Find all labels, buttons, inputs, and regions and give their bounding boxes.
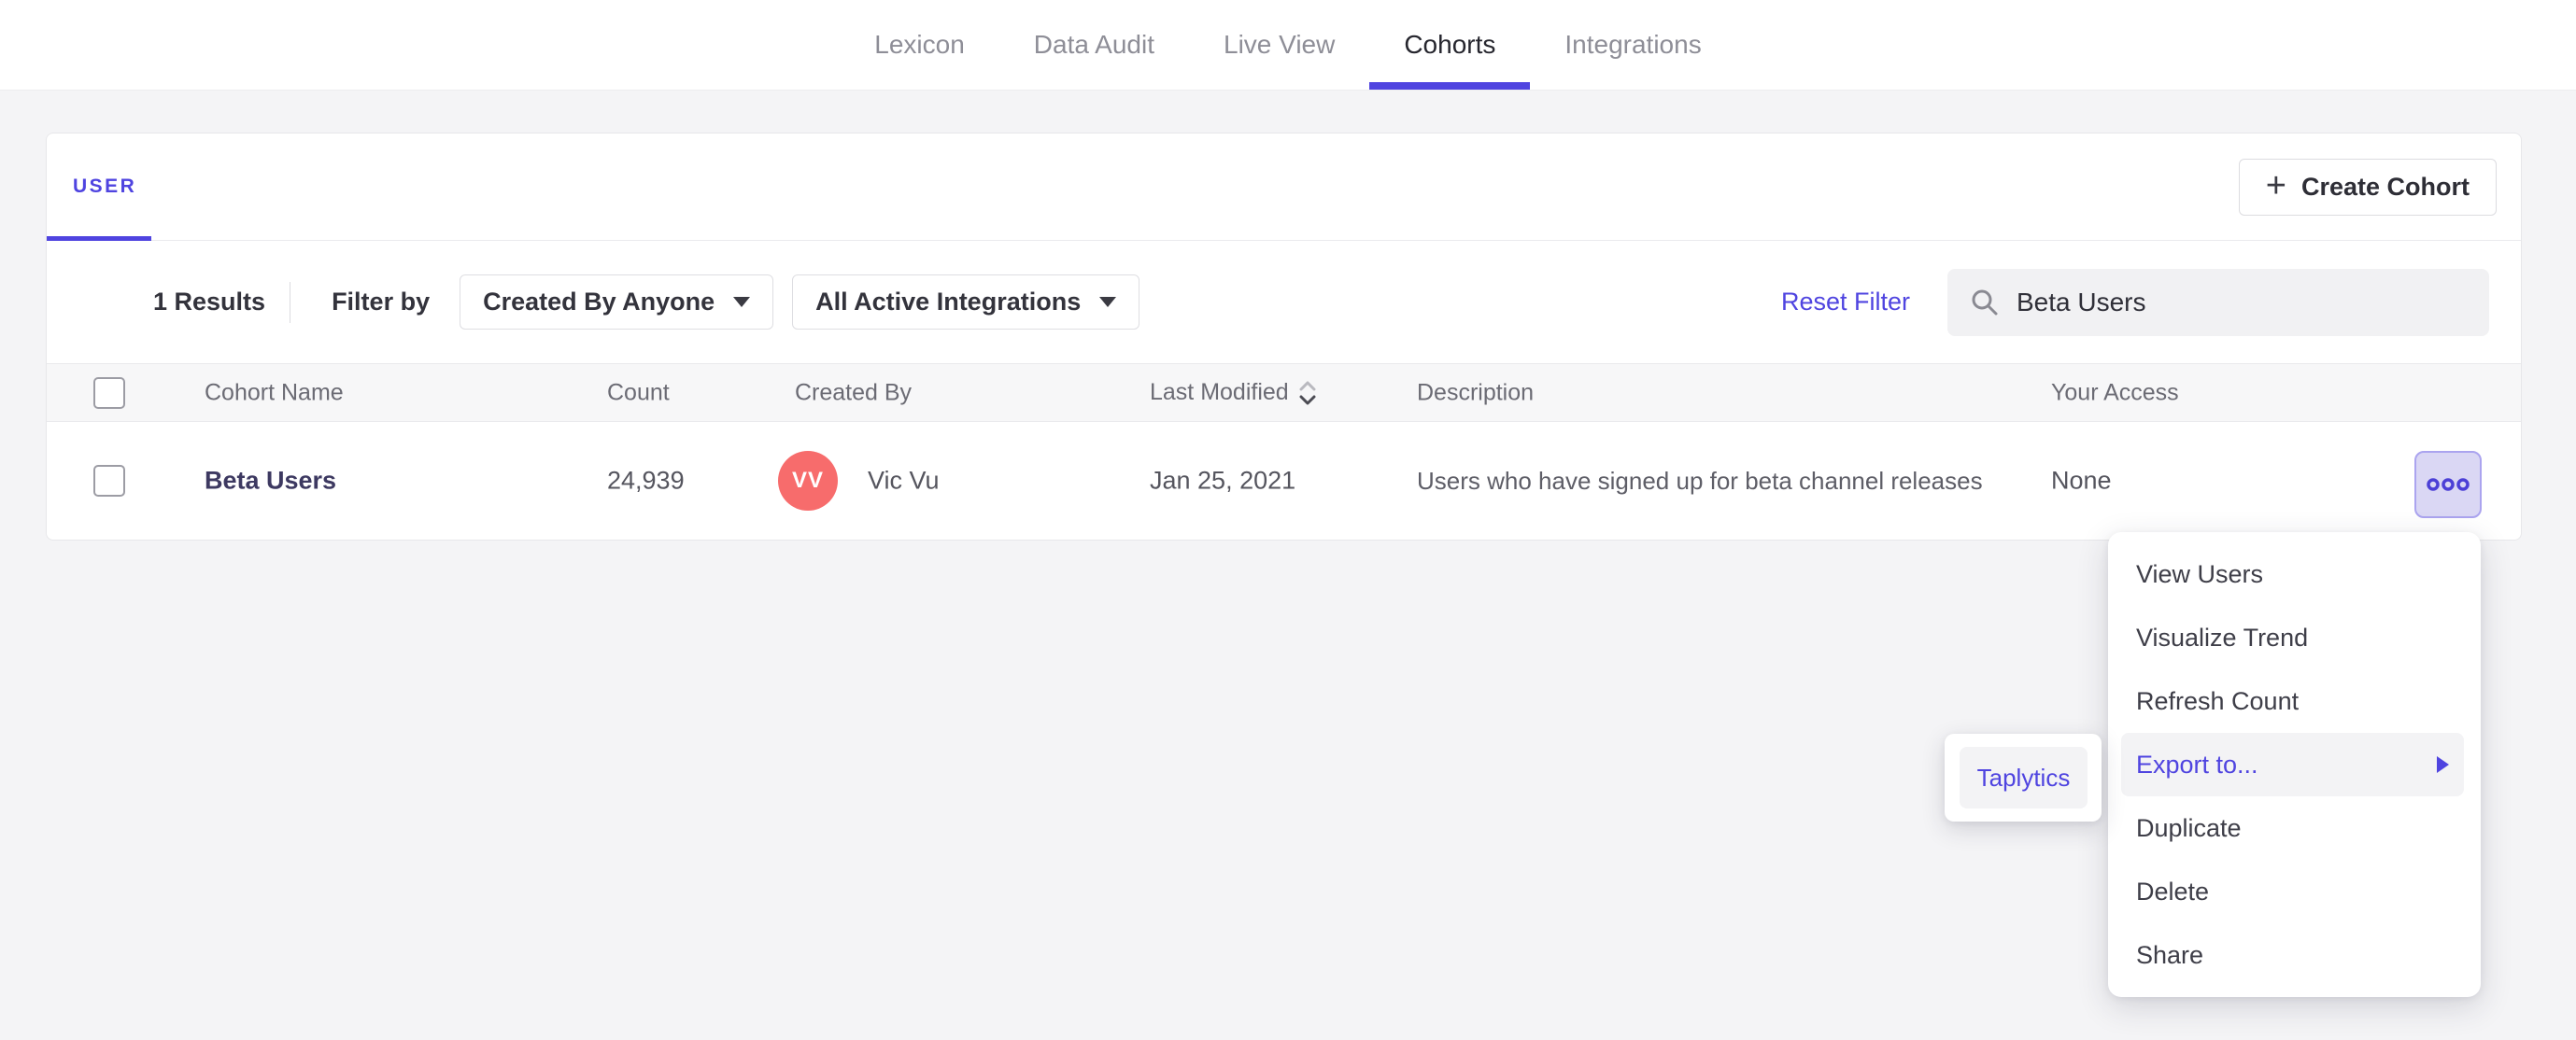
filter-bar: 1 Results Filter by Created By Anyone Al… [47,241,2521,363]
menu-item-view-users[interactable]: View Users [2108,542,2481,606]
more-options-icon [2427,478,2470,491]
tab-user[interactable]: USER [73,134,136,240]
filter-by-label: Filter by [332,288,431,316]
search-box[interactable] [1947,268,2489,336]
header-description: Description [1417,379,1535,405]
submenu-arrow-icon [2437,756,2449,773]
table-header: Cohort Name Count Created By Last Modifi… [47,363,2521,422]
cohort-count: 24,939 [607,466,685,495]
top-navigation-bar: Lexicon Data Audit Live View Cohorts Int… [0,0,2576,91]
sort-icon[interactable] [1298,379,1317,407]
menu-item-duplicate[interactable]: Duplicate [2108,796,2481,860]
nav-tabs: Lexicon Data Audit Live View Cohorts Int… [0,0,2576,90]
cohort-type-tabstrip: USER + Create Cohort [47,134,2521,241]
menu-item-export-to-label: Export to... [2136,750,2258,779]
row-checkbox[interactable] [93,465,125,497]
submenu-item-taplytics[interactable]: Taplytics [1960,747,2088,808]
tab-data-audit[interactable]: Data Audit [999,0,1189,90]
export-submenu: Taplytics [1945,734,2102,822]
context-menu: View Users Visualize Trend Refresh Count… [2108,532,2481,997]
create-cohort-label: Create Cohort [2300,173,2470,201]
header-cohort-name: Cohort Name [205,379,344,405]
tab-lexicon[interactable]: Lexicon [840,0,999,90]
avatar-initials: VV [791,468,824,493]
reset-filter-link[interactable]: Reset Filter [1781,288,1910,316]
created-by-value: Vic Vu [868,466,940,495]
tab-integrations[interactable]: Integrations [1530,0,1735,90]
header-last-modified-label: Last Modified [1150,379,1289,405]
header-count: Count [607,379,670,405]
avatar: VV [778,451,838,511]
results-count: 1 Results [153,288,266,316]
cohorts-card: USER + Create Cohort 1 Results Filter by… [46,133,2522,541]
description-value: Users who have signed up for beta channe… [1417,467,1983,495]
header-your-access: Your Access [2051,379,2179,405]
cohort-name-link[interactable]: Beta Users [205,467,336,496]
header-created-by: Created By [795,379,913,405]
created-by-dropdown-value: Created By Anyone [483,288,715,316]
menu-item-visualize-trend[interactable]: Visualize Trend [2108,606,2481,669]
chevron-down-icon [733,297,751,307]
table-row[interactable]: Beta Users 24,939 VV Vic Vu Jan 25, 2021… [47,422,2521,540]
more-options-button[interactable] [2414,451,2482,518]
your-access-value: None [2051,466,2112,495]
menu-item-share[interactable]: Share [2108,923,2481,987]
header-last-modified[interactable]: Last Modified [1150,379,1317,407]
integrations-dropdown[interactable]: All Active Integrations [792,274,1140,330]
tab-cohorts[interactable]: Cohorts [1369,0,1531,90]
tab-live-view[interactable]: Live View [1189,0,1369,90]
plus-icon: + [2265,166,2286,205]
last-modified-value: Jan 25, 2021 [1150,466,1296,495]
create-cohort-button[interactable]: + Create Cohort [2238,159,2497,216]
menu-item-export-to[interactable]: Export to... [2121,733,2464,796]
chevron-down-icon [1099,297,1117,307]
integrations-dropdown-value: All Active Integrations [815,288,1082,316]
search-input[interactable] [2017,287,2467,317]
menu-item-refresh-count[interactable]: Refresh Count [2108,669,2481,733]
created-by-dropdown[interactable]: Created By Anyone [460,274,774,330]
select-all-checkbox[interactable] [93,376,125,409]
search-icon [1972,289,1998,315]
menu-item-delete[interactable]: Delete [2108,860,2481,923]
